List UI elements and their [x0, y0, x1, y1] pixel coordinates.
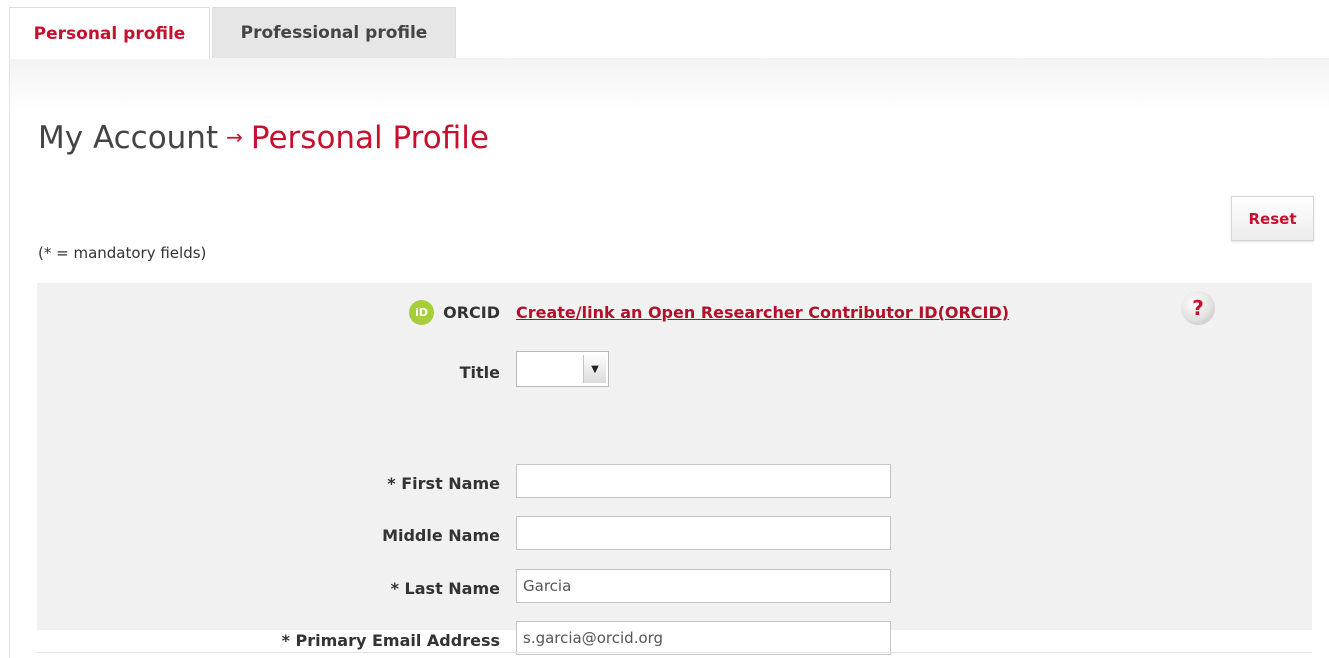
orcid-label: ORCID: [443, 303, 500, 322]
orcid-label-group: iD ORCID: [409, 300, 500, 325]
breadcrumb-arrow-icon: →: [226, 125, 243, 149]
last-name-field[interactable]: [516, 569, 891, 603]
profile-tab-bar: Personal profile Professional profile: [0, 0, 1329, 59]
mandatory-fields-note: (* = mandatory fields): [38, 244, 207, 262]
divider: [37, 652, 1312, 653]
reset-button[interactable]: Reset: [1231, 196, 1314, 241]
title-label: Title: [459, 363, 500, 382]
email-field[interactable]: [516, 621, 891, 655]
email-label: * Primary Email Address: [281, 631, 500, 650]
first-name-label: * First Name: [387, 474, 500, 493]
last-name-label: * Last Name: [390, 579, 500, 598]
orcid-logo-icon: iD: [409, 300, 435, 325]
breadcrumb-personal-profile: Personal Profile: [250, 120, 489, 156]
chevron-down-icon[interactable]: ▼: [583, 355, 606, 383]
title-select[interactable]: ▼: [516, 351, 609, 387]
personal-profile-form: iD ORCID Create/link an Open Researcher …: [37, 283, 1312, 655]
create-link-orcid-link[interactable]: Create/link an Open Researcher Contribut…: [516, 303, 1009, 322]
content-panel: My Account → Personal Profile Reset (* = m…: [9, 58, 1329, 658]
first-name-field[interactable]: [516, 464, 891, 498]
page-title-breadcrumb: My Account → Personal Profile: [38, 120, 489, 156]
help-icon[interactable]: ?: [1181, 291, 1215, 325]
breadcrumb-my-account: My Account: [38, 120, 219, 156]
tab-personal-profile[interactable]: Personal profile: [9, 7, 210, 59]
middle-name-field[interactable]: [516, 516, 891, 550]
middle-name-label: Middle Name: [382, 526, 500, 545]
personal-profile-page: Personal profile Professional profile My…: [0, 0, 1329, 658]
tab-professional-profile[interactable]: Professional profile: [212, 7, 456, 59]
